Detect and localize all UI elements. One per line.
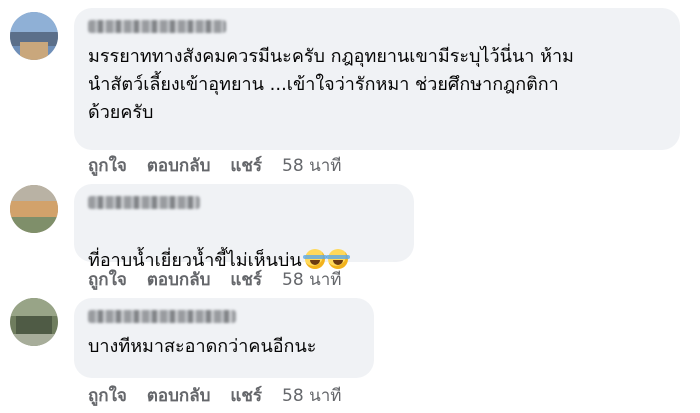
reply-button[interactable]: ตอบกลับ [147,152,211,179]
comment-bubble: มรรยาททางสังคมควรมีนะครับ กฎอุทยานเขามีร… [74,8,680,150]
reply-button[interactable]: ตอบกลับ [147,382,211,409]
timestamp[interactable]: 58 นาที [282,382,341,409]
timestamp[interactable]: 58 นาที [282,152,341,179]
comment-text: มรรยาททางสังคมควรมีนะครับ กฎอุทยานเขามีร… [88,46,574,123]
author-name-blurred[interactable] [88,310,236,323]
comment-bubble: ที่อาบน้ำเยี่ยวน้ำขี้ไม่เห็นบ่น [74,184,414,271]
comment-actions: ถูกใจ ตอบกลับ แชร์ 58 นาที [88,152,341,179]
like-button[interactable]: ถูกใจ [88,266,127,293]
comment-bubble: บางทีหมาสะอาดกว่าคนอีกนะ [74,298,374,378]
share-button[interactable]: แชร์ [230,266,262,293]
share-button[interactable]: แชร์ [230,382,262,409]
author-name-blurred[interactable] [88,196,200,209]
author-name-blurred[interactable] [88,20,226,33]
timestamp[interactable]: 58 นาที [282,266,341,293]
comment-text: บางทีหมาสะอาดกว่าคนอีกนะ [88,336,317,357]
avatar[interactable] [10,185,58,233]
avatar[interactable] [10,12,58,60]
share-button[interactable]: แชร์ [230,152,262,179]
like-button[interactable]: ถูกใจ [88,382,127,409]
reply-button[interactable]: ตอบกลับ [147,266,211,293]
comment-actions: ถูกใจ ตอบกลับ แชร์ 58 นาที [88,266,341,293]
comment-actions: ถูกใจ ตอบกลับ แชร์ 58 นาที [88,382,341,409]
like-button[interactable]: ถูกใจ [88,152,127,179]
avatar[interactable] [10,298,58,346]
